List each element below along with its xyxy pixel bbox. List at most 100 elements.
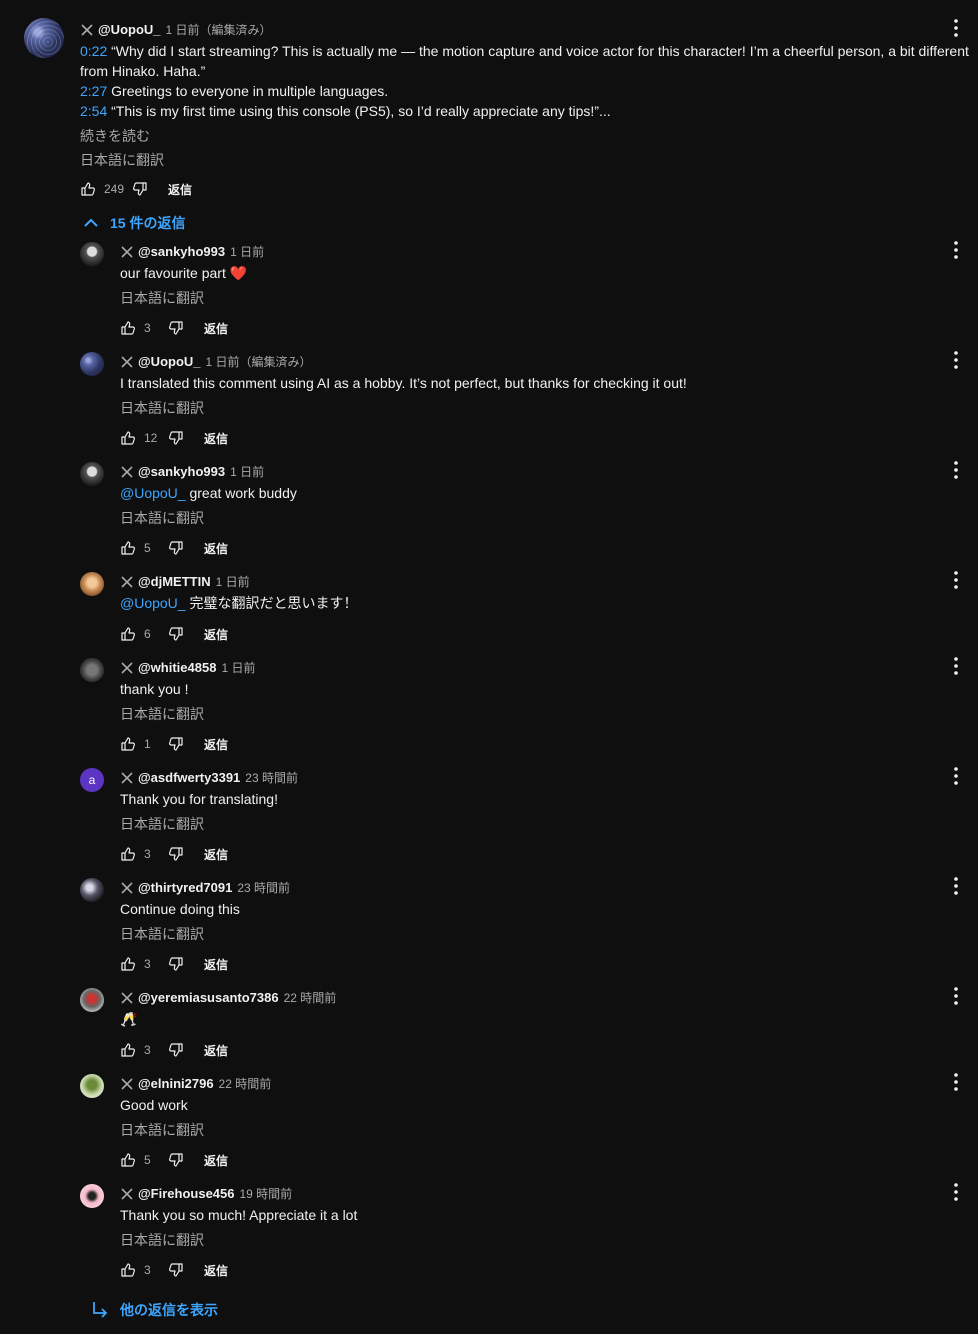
like-count: 12 <box>144 431 158 445</box>
reply-button[interactable]: 返信 <box>204 430 228 447</box>
dislike-icon[interactable] <box>132 181 148 197</box>
author-name[interactable]: @whitie4858 <box>138 660 216 675</box>
more-options-icon[interactable] <box>952 1182 960 1202</box>
author-name[interactable]: @elnini2796 <box>138 1076 214 1091</box>
replies-toggle-button[interactable]: 15 件の返信 <box>80 212 185 234</box>
reply-button[interactable]: 返信 <box>204 956 228 973</box>
author-name[interactable]: @UopoU_ <box>138 354 201 369</box>
author-name[interactable]: @asdfwerty3391 <box>138 770 240 785</box>
timestamp-link[interactable]: 2:27 <box>80 83 107 99</box>
like-icon[interactable] <box>120 540 136 556</box>
reply-button[interactable]: 返信 <box>204 1152 228 1169</box>
like-count: 5 <box>144 1153 151 1167</box>
like-count: 1 <box>144 737 151 751</box>
more-options-icon[interactable] <box>952 570 960 590</box>
more-options-icon[interactable] <box>952 350 960 370</box>
like-icon[interactable] <box>120 846 136 862</box>
avatar[interactable] <box>80 462 104 486</box>
like-icon[interactable] <box>120 736 136 752</box>
more-options-icon[interactable] <box>952 986 960 1006</box>
reply-button[interactable]: 返信 <box>204 1042 228 1059</box>
comment-time[interactable]: 22 時間前 <box>284 989 337 1006</box>
like-icon[interactable] <box>120 626 136 642</box>
show-more-replies-button[interactable]: 他の返信を表示 <box>90 1300 218 1320</box>
dislike-icon[interactable] <box>168 320 184 336</box>
translate-button[interactable]: 日本語に翻訳 <box>120 398 204 418</box>
dislike-icon[interactable] <box>168 430 184 446</box>
like-icon[interactable] <box>120 1262 136 1278</box>
author-name[interactable]: @thirtyred7091 <box>138 880 232 895</box>
reply-button[interactable]: 返信 <box>204 626 228 643</box>
like-icon[interactable] <box>80 181 96 197</box>
author-name[interactable]: @yeremiasusanto7386 <box>138 990 279 1005</box>
comment-time[interactable]: 1 日前 <box>230 463 264 480</box>
timestamp-link[interactable]: 0:22 <box>80 43 107 59</box>
like-icon[interactable] <box>120 430 136 446</box>
avatar[interactable] <box>24 18 64 58</box>
translate-button[interactable]: 日本語に翻訳 <box>120 508 204 528</box>
translate-button[interactable]: 日本語に翻訳 <box>80 150 164 170</box>
avatar[interactable] <box>80 878 104 902</box>
author-name[interactable]: @sankyho993 <box>138 464 225 479</box>
comment-time[interactable]: 23 時間前 <box>245 769 298 786</box>
avatar[interactable]: a <box>80 768 104 792</box>
dislike-icon[interactable] <box>168 1262 184 1278</box>
comment-time[interactable]: 23 時間前 <box>237 879 290 896</box>
avatar[interactable] <box>80 1074 104 1098</box>
comment-time[interactable]: 1 日前（編集済み） <box>166 21 272 38</box>
mention-link[interactable]: @UopoU_ <box>120 595 186 611</box>
reply-button[interactable]: 返信 <box>204 320 228 337</box>
reply-button[interactable]: 返信 <box>168 181 192 198</box>
dislike-icon[interactable] <box>168 626 184 642</box>
like-count: 3 <box>144 957 151 971</box>
like-icon[interactable] <box>120 1042 136 1058</box>
dislike-icon[interactable] <box>168 846 184 862</box>
comment-time[interactable]: 19 時間前 <box>240 1185 293 1202</box>
more-options-icon[interactable] <box>952 766 960 786</box>
mention-link[interactable]: @UopoU_ <box>120 485 186 501</box>
translate-button[interactable]: 日本語に翻訳 <box>120 924 204 944</box>
more-options-icon[interactable] <box>952 18 960 38</box>
timestamp-link[interactable]: 2:54 <box>80 103 107 119</box>
author-name[interactable]: @UopoU_ <box>98 22 161 37</box>
dislike-icon[interactable] <box>168 736 184 752</box>
avatar[interactable] <box>80 352 104 376</box>
dislike-icon[interactable] <box>168 1152 184 1168</box>
more-options-icon[interactable] <box>952 240 960 260</box>
more-options-icon[interactable] <box>952 460 960 480</box>
translate-button[interactable]: 日本語に翻訳 <box>120 1120 204 1140</box>
avatar[interactable] <box>80 572 104 596</box>
comment-header: @UopoU_ 1 日前（編集済み） <box>120 353 312 370</box>
more-options-icon[interactable] <box>952 656 960 676</box>
more-options-icon[interactable] <box>952 1072 960 1092</box>
reply-button[interactable]: 返信 <box>204 1262 228 1279</box>
read-more-button[interactable]: 続きを読む <box>80 126 150 146</box>
author-name[interactable]: @djMETTIN <box>138 574 211 589</box>
like-icon[interactable] <box>120 1152 136 1168</box>
avatar[interactable] <box>80 658 104 682</box>
author-name[interactable]: @sankyho993 <box>138 244 225 259</box>
reply-button[interactable]: 返信 <box>204 736 228 753</box>
translate-button[interactable]: 日本語に翻訳 <box>120 1230 204 1250</box>
comment-time[interactable]: 1 日前 <box>216 573 250 590</box>
comment-text: I translated this comment using AI as a … <box>120 373 687 393</box>
dislike-icon[interactable] <box>168 540 184 556</box>
avatar[interactable] <box>80 1184 104 1208</box>
comment-time[interactable]: 1 日前 <box>221 659 255 676</box>
comment-time[interactable]: 1 日前 <box>230 243 264 260</box>
reply-button[interactable]: 返信 <box>204 540 228 557</box>
avatar[interactable] <box>80 988 104 1012</box>
avatar[interactable] <box>80 242 104 266</box>
translate-button[interactable]: 日本語に翻訳 <box>120 814 204 834</box>
dislike-icon[interactable] <box>168 1042 184 1058</box>
comment-time[interactable]: 22 時間前 <box>219 1075 272 1092</box>
like-icon[interactable] <box>120 320 136 336</box>
comment-time[interactable]: 1 日前（編集済み） <box>206 353 312 370</box>
dislike-icon[interactable] <box>168 956 184 972</box>
translate-button[interactable]: 日本語に翻訳 <box>120 704 204 724</box>
like-icon[interactable] <box>120 956 136 972</box>
reply-button[interactable]: 返信 <box>204 846 228 863</box>
translate-button[interactable]: 日本語に翻訳 <box>120 288 204 308</box>
author-name[interactable]: @Firehouse456 <box>138 1186 235 1201</box>
more-options-icon[interactable] <box>952 876 960 896</box>
